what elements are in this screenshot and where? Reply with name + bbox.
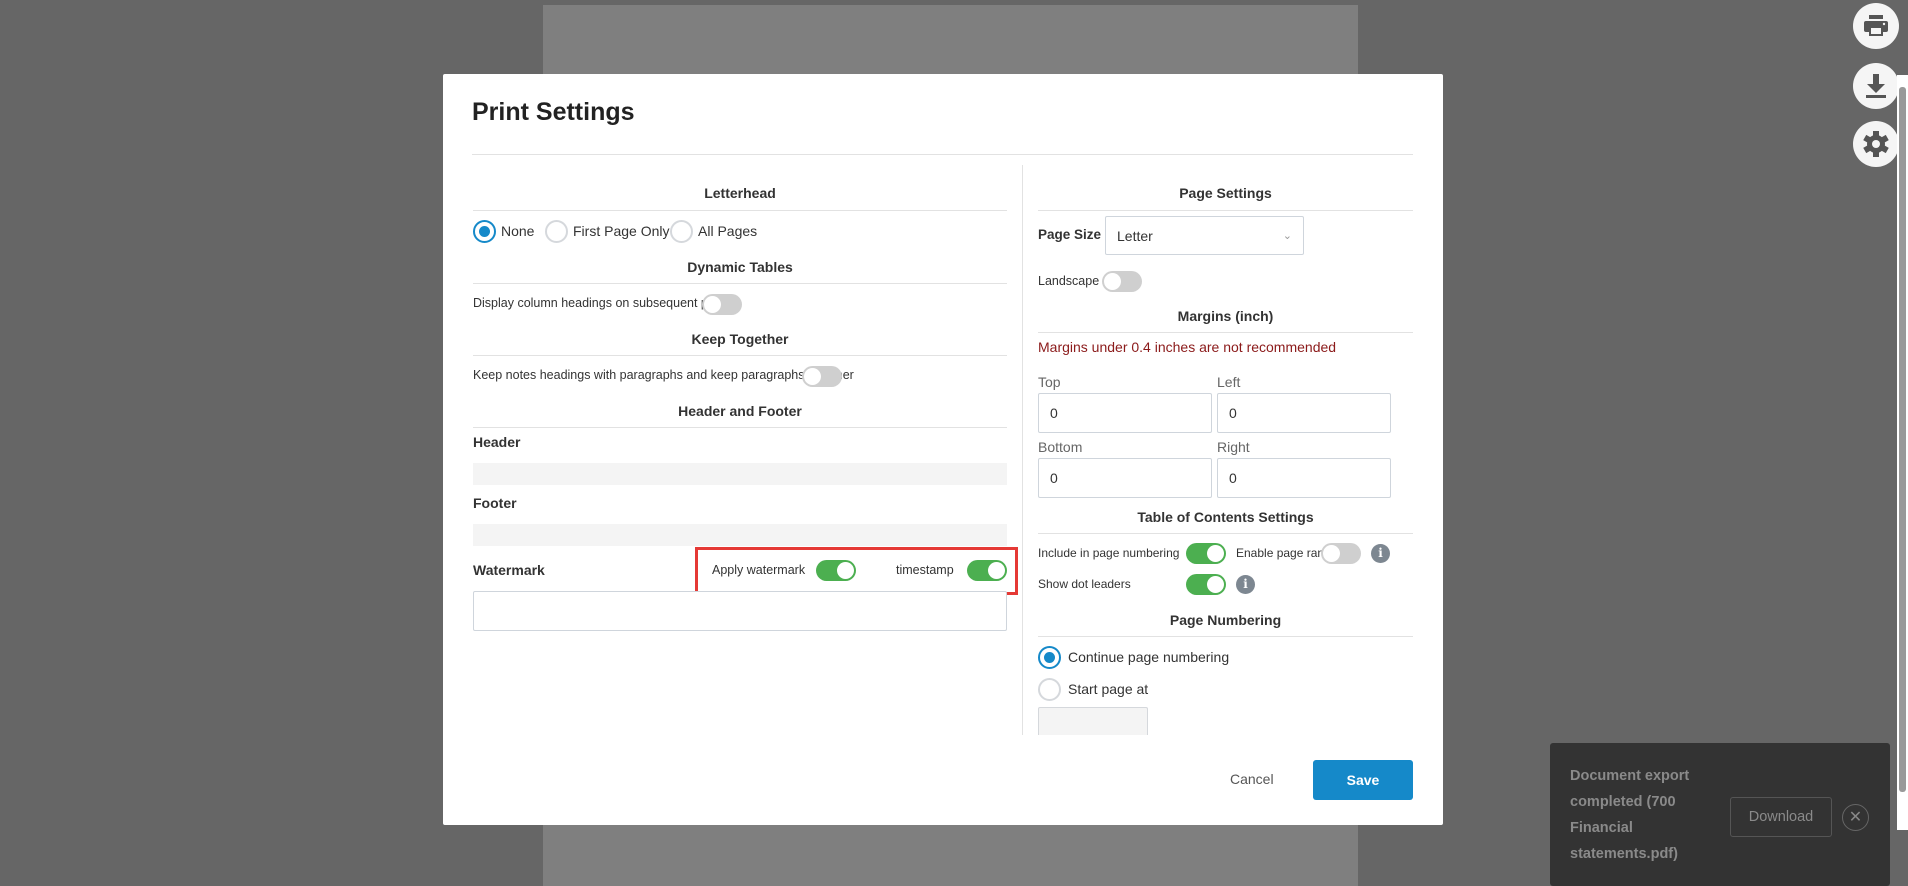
letterhead-all-pages-radio[interactable] (670, 220, 693, 243)
divider (473, 283, 1007, 284)
apply-watermark-toggle[interactable] (816, 560, 856, 581)
download-icon (1866, 74, 1886, 98)
left-margin-label: Left (1217, 374, 1241, 390)
printer-icon (1864, 15, 1888, 36)
show-dot-leaders-label: Show dot leaders (1038, 577, 1131, 591)
letterhead-all-pages-label: All Pages (698, 223, 758, 239)
download-button[interactable] (1853, 63, 1899, 109)
right-margin-label: Right (1217, 439, 1250, 455)
timestamp-label: timestamp (896, 563, 954, 577)
column-divider (1022, 165, 1023, 735)
include-page-numbering-toggle[interactable] (1186, 543, 1226, 564)
divider (1038, 210, 1413, 211)
top-margin-label: Top (1038, 374, 1061, 390)
letterhead-first-page-radio[interactable] (545, 220, 568, 243)
letterhead-first-page-label: First Page Only (573, 223, 670, 239)
print-button[interactable] (1853, 3, 1899, 49)
page-size-select[interactable]: Letter ⌄ (1105, 216, 1304, 255)
header-footer-heading: Header and Footer (678, 403, 802, 419)
landscape-label: Landscape (1038, 274, 1100, 288)
close-icon[interactable]: ✕ (1842, 804, 1869, 831)
divider (473, 210, 1007, 211)
export-toast: Document export completed (700 Financial… (1550, 743, 1890, 886)
column-headings-label: Display column headings on subsequent pa… (473, 296, 735, 310)
cancel-button[interactable]: Cancel (1230, 771, 1274, 787)
start-page-input[interactable] (1038, 707, 1148, 735)
divider (1038, 533, 1413, 534)
info-icon[interactable]: i (1236, 575, 1255, 594)
timestamp-toggle[interactable] (967, 560, 1007, 581)
margins-warning: Margins under 0.4 inches are not recomme… (1038, 339, 1337, 355)
include-page-numbering-label: Include in page numbering (1038, 546, 1180, 560)
margins-heading: Margins (inch) (1177, 308, 1274, 324)
header-label: Header (473, 434, 521, 450)
save-button[interactable]: Save (1313, 760, 1413, 800)
toast-download-button[interactable]: Download (1730, 797, 1832, 837)
toc-heading: Table of Contents Settings (1137, 509, 1314, 525)
letterhead-heading: Letterhead (704, 185, 776, 201)
page-size-label: Page Size (1038, 227, 1102, 242)
dynamic-tables-heading: Dynamic Tables (687, 259, 793, 275)
divider (472, 154, 1413, 155)
page-size-value: Letter (1117, 227, 1153, 244)
footer-field[interactable] (473, 524, 1007, 546)
toast-message: Document export completed (700 Financial… (1570, 768, 1690, 862)
info-icon[interactable]: i (1371, 544, 1390, 563)
letterhead-none-label: None (501, 223, 535, 239)
page-settings-heading: Page Settings (1179, 185, 1272, 201)
scrollbar[interactable] (1897, 75, 1908, 830)
top-margin-input[interactable]: 0 (1038, 393, 1212, 433)
bottom-margin-input[interactable]: 0 (1038, 458, 1212, 498)
landscape-toggle[interactable] (1102, 271, 1142, 292)
start-page-radio[interactable] (1038, 678, 1061, 701)
scrollbar-thumb[interactable] (1899, 87, 1906, 792)
column-headings-toggle[interactable] (702, 294, 742, 315)
divider (473, 427, 1007, 428)
bottom-margin-label: Bottom (1038, 439, 1083, 455)
keep-together-heading: Keep Together (691, 331, 789, 347)
divider (1038, 332, 1413, 333)
gear-icon (1863, 131, 1889, 157)
start-page-label: Start page at (1068, 681, 1149, 697)
page-numbering-heading: Page Numbering (1169, 612, 1282, 628)
right-margin-input[interactable]: 0 (1217, 458, 1391, 498)
left-margin-input[interactable]: 0 (1217, 393, 1391, 433)
letterhead-none-radio[interactable] (473, 220, 496, 243)
apply-watermark-label: Apply watermark (712, 563, 806, 577)
continue-numbering-label: Continue page numbering (1068, 649, 1230, 665)
print-settings-dialog: Print Settings Letterhead None First Pag… (443, 74, 1443, 825)
watermark-label: Watermark (473, 562, 545, 578)
footer-label: Footer (473, 495, 517, 511)
divider (1038, 636, 1413, 637)
chevron-down-icon: ⌄ (1282, 230, 1292, 242)
enable-page-range-toggle[interactable] (1321, 543, 1361, 564)
keep-together-toggle[interactable] (802, 366, 842, 387)
dialog-title: Print Settings (472, 98, 635, 126)
settings-button[interactable] (1853, 121, 1899, 167)
continue-numbering-radio[interactable] (1038, 646, 1061, 669)
header-field[interactable] (473, 463, 1007, 485)
show-dot-leaders-toggle[interactable] (1186, 574, 1226, 595)
watermark-text-input[interactable] (473, 591, 1007, 631)
keep-together-label: Keep notes headings with paragraphs and … (473, 368, 854, 382)
divider (473, 355, 1007, 356)
